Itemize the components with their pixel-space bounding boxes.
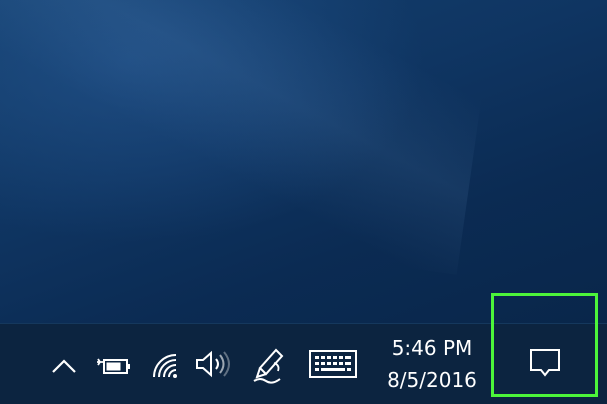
touch-keyboard-icon — [308, 349, 358, 379]
chevron-up-icon — [51, 358, 77, 374]
taskbar-clock[interactable]: 5:46 PM 8/5/2016 — [378, 331, 486, 397]
volume-button[interactable] — [192, 348, 234, 380]
show-hidden-icons-button[interactable] — [48, 350, 80, 382]
network-button[interactable] — [148, 349, 182, 381]
action-center-button[interactable] — [491, 293, 598, 397]
battery-button[interactable] — [94, 350, 132, 382]
wallpaper-light-beam — [0, 0, 499, 275]
clock-time: 5:46 PM — [391, 336, 473, 360]
notification-speech-bubble-icon — [528, 346, 562, 385]
speaker-icon — [194, 350, 232, 378]
windows-ink-button[interactable] — [250, 346, 290, 386]
windows-ink-pen-icon — [252, 347, 288, 385]
clock-date: 8/5/2016 — [387, 368, 477, 392]
battery-icon — [95, 355, 131, 377]
touch-keyboard-button[interactable] — [306, 347, 360, 381]
wifi-icon — [150, 351, 180, 379]
